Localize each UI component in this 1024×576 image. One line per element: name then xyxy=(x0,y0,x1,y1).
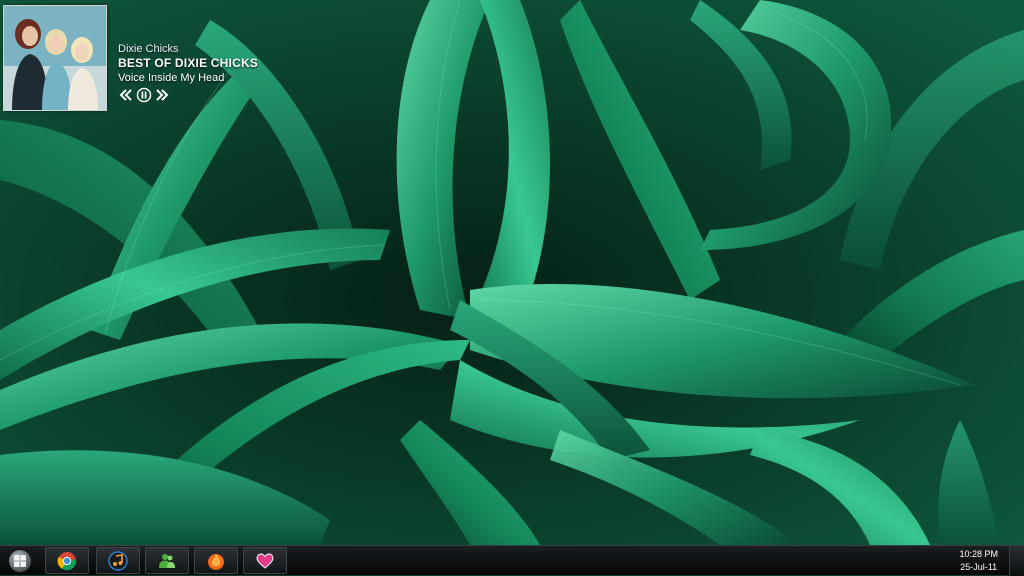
start-button[interactable] xyxy=(4,548,36,574)
pause-icon[interactable] xyxy=(136,87,152,103)
track-info: Dixie Chicks BEST OF DIXIE CHICKS Voice … xyxy=(118,42,258,103)
chrome-icon xyxy=(57,551,77,570)
artist-name: Dixie Chicks xyxy=(118,43,179,55)
taskbar-app-fire[interactable] xyxy=(194,547,238,574)
music-note-icon xyxy=(108,550,128,571)
album-art[interactable] xyxy=(3,5,107,111)
clock-time: 10:28 PM xyxy=(959,549,998,559)
taskbar-app-music[interactable] xyxy=(96,547,140,574)
fire-icon xyxy=(208,553,224,570)
taskbar-app-chrome[interactable] xyxy=(45,547,89,574)
taskbar-app-heart[interactable] xyxy=(243,547,287,574)
album-cover-image xyxy=(4,6,106,110)
media-controls xyxy=(118,87,258,103)
song-title: Voice Inside My Head xyxy=(118,72,225,84)
system-clock[interactable]: 10:28 PM 25-Jul-11 xyxy=(959,548,998,574)
now-playing-widget: Dixie Chicks BEST OF DIXIE CHICKS Voice … xyxy=(3,5,303,111)
previous-icon[interactable] xyxy=(118,87,134,103)
heart-icon xyxy=(256,552,274,569)
show-desktop-button[interactable] xyxy=(1009,546,1024,576)
windows-logo-icon xyxy=(8,549,32,573)
messenger-icon xyxy=(159,553,175,568)
clock-date: 25-Jul-11 xyxy=(960,562,998,572)
next-icon[interactable] xyxy=(154,87,170,103)
taskbar: 10:28 PM 25-Jul-11 xyxy=(0,545,1024,576)
album-title: BEST OF DIXIE CHICKS xyxy=(118,56,259,70)
taskbar-app-messenger[interactable] xyxy=(145,547,189,574)
